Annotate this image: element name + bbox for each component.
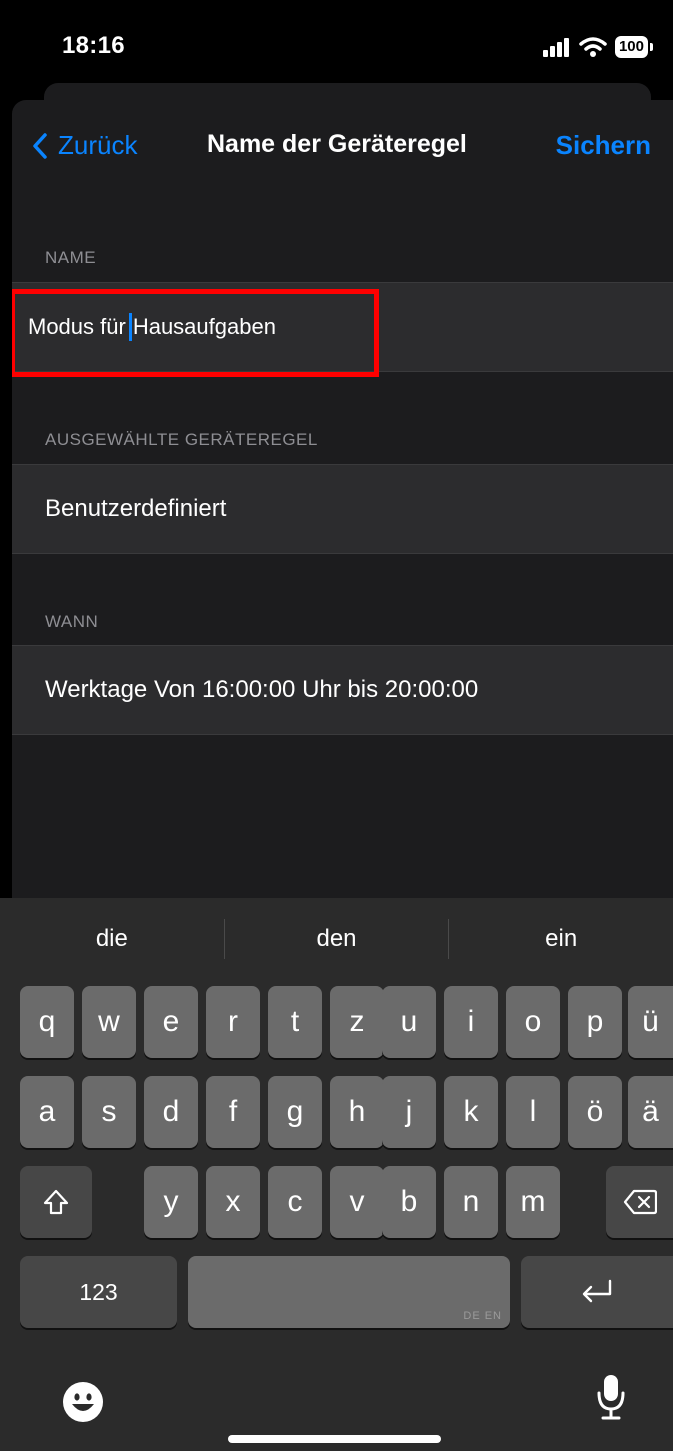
section-header-rule: AUSGEWÄHLTE GERÄTEREGEL [45,430,318,449]
text-caret [128,313,132,341]
key-row-3: y x c v b n m [0,1166,673,1238]
return-icon [582,1279,612,1303]
key-o[interactable]: o [506,986,560,1058]
status-bar: 18:16 100 [0,0,673,90]
backspace-icon [623,1189,657,1215]
wifi-icon [579,37,607,57]
language-indicator: DE EN [463,1310,502,1322]
name-text-before: Modus für [28,314,126,339]
key-k[interactable]: k [444,1076,498,1148]
numbers-key[interactable]: 123 [20,1256,177,1328]
back-button[interactable]: Zurück [32,130,137,161]
key-b[interactable]: b [382,1166,436,1238]
save-button[interactable]: Sichern [556,130,651,161]
key-s[interactable]: s [82,1076,136,1148]
when-value: Werktage Von 16:00:00 Uhr bis 20:00:00 [45,676,479,703]
key-row-1: q w e r t z u i o p ü [0,986,673,1058]
suggestion-item[interactable]: den [225,925,449,953]
key-h[interactable]: h [330,1076,384,1148]
key-c[interactable]: c [268,1166,322,1238]
key-u[interactable]: u [382,986,436,1058]
key-y[interactable]: y [144,1166,198,1238]
suggestion-item[interactable]: ein [449,925,673,953]
navigation-bar: Zurück Name der Geräteregel Sichern [12,100,673,194]
section-header-when: WANN [45,612,99,631]
key-l[interactable]: l [506,1076,560,1148]
battery-icon: 100 [614,36,653,58]
key-q[interactable]: q [20,986,74,1058]
key-i[interactable]: i [444,986,498,1058]
shift-icon [43,1189,69,1215]
key-n[interactable]: n [444,1166,498,1238]
key-u-umlaut[interactable]: ü [628,986,673,1058]
backspace-key[interactable] [606,1166,673,1238]
key-x[interactable]: x [206,1166,260,1238]
key-f[interactable]: f [206,1076,260,1148]
microphone-icon[interactable] [596,1373,626,1426]
key-g[interactable]: g [268,1076,322,1148]
return-key[interactable] [521,1256,673,1328]
key-a-umlaut[interactable]: ä [628,1076,673,1148]
key-p[interactable]: p [568,986,622,1058]
space-bar[interactable]: DE EN [188,1256,510,1328]
battery-level: 100 [614,36,648,58]
key-r[interactable]: r [206,986,260,1058]
key-t[interactable]: t [268,986,322,1058]
suggestion-item[interactable]: die [0,925,224,953]
key-j[interactable]: j [382,1076,436,1148]
back-chevron-icon [33,132,47,159]
rule-value: Benutzerdefiniert [45,495,227,522]
key-d[interactable]: d [144,1076,198,1148]
emoji-icon[interactable] [63,1382,103,1422]
suggestion-bar: die den ein [0,898,673,980]
key-e[interactable]: e [144,986,198,1058]
home-indicator [228,1435,441,1443]
status-time: 18:16 [62,32,125,59]
name-text-after: Hausaufgaben [132,314,276,339]
cellular-signal-icon [542,38,569,57]
key-w[interactable]: w [82,986,136,1058]
key-m[interactable]: m [506,1166,560,1238]
key-z[interactable]: z [330,986,384,1058]
back-label: Zurück [58,130,138,160]
shift-key[interactable] [20,1166,92,1238]
rule-row[interactable]: Benutzerdefiniert [12,464,673,554]
key-row-4: 123 DE EN [0,1256,673,1328]
name-input[interactable]: Modus für Hausaufgaben [12,282,673,372]
status-icons: 100 [542,32,653,62]
page-title: Name der Geräteregel [207,130,467,158]
key-o-umlaut[interactable]: ö [568,1076,622,1148]
key-row-2: a s d f g h j k l ö ä [0,1076,673,1148]
key-v[interactable]: v [330,1166,384,1238]
section-header-name: NAME [45,248,97,267]
when-row[interactable]: Werktage Von 16:00:00 Uhr bis 20:00:00 [12,645,673,735]
key-a[interactable]: a [20,1076,74,1148]
keyboard: die den ein q w e r t z u i o p ü a s d … [0,898,673,1451]
